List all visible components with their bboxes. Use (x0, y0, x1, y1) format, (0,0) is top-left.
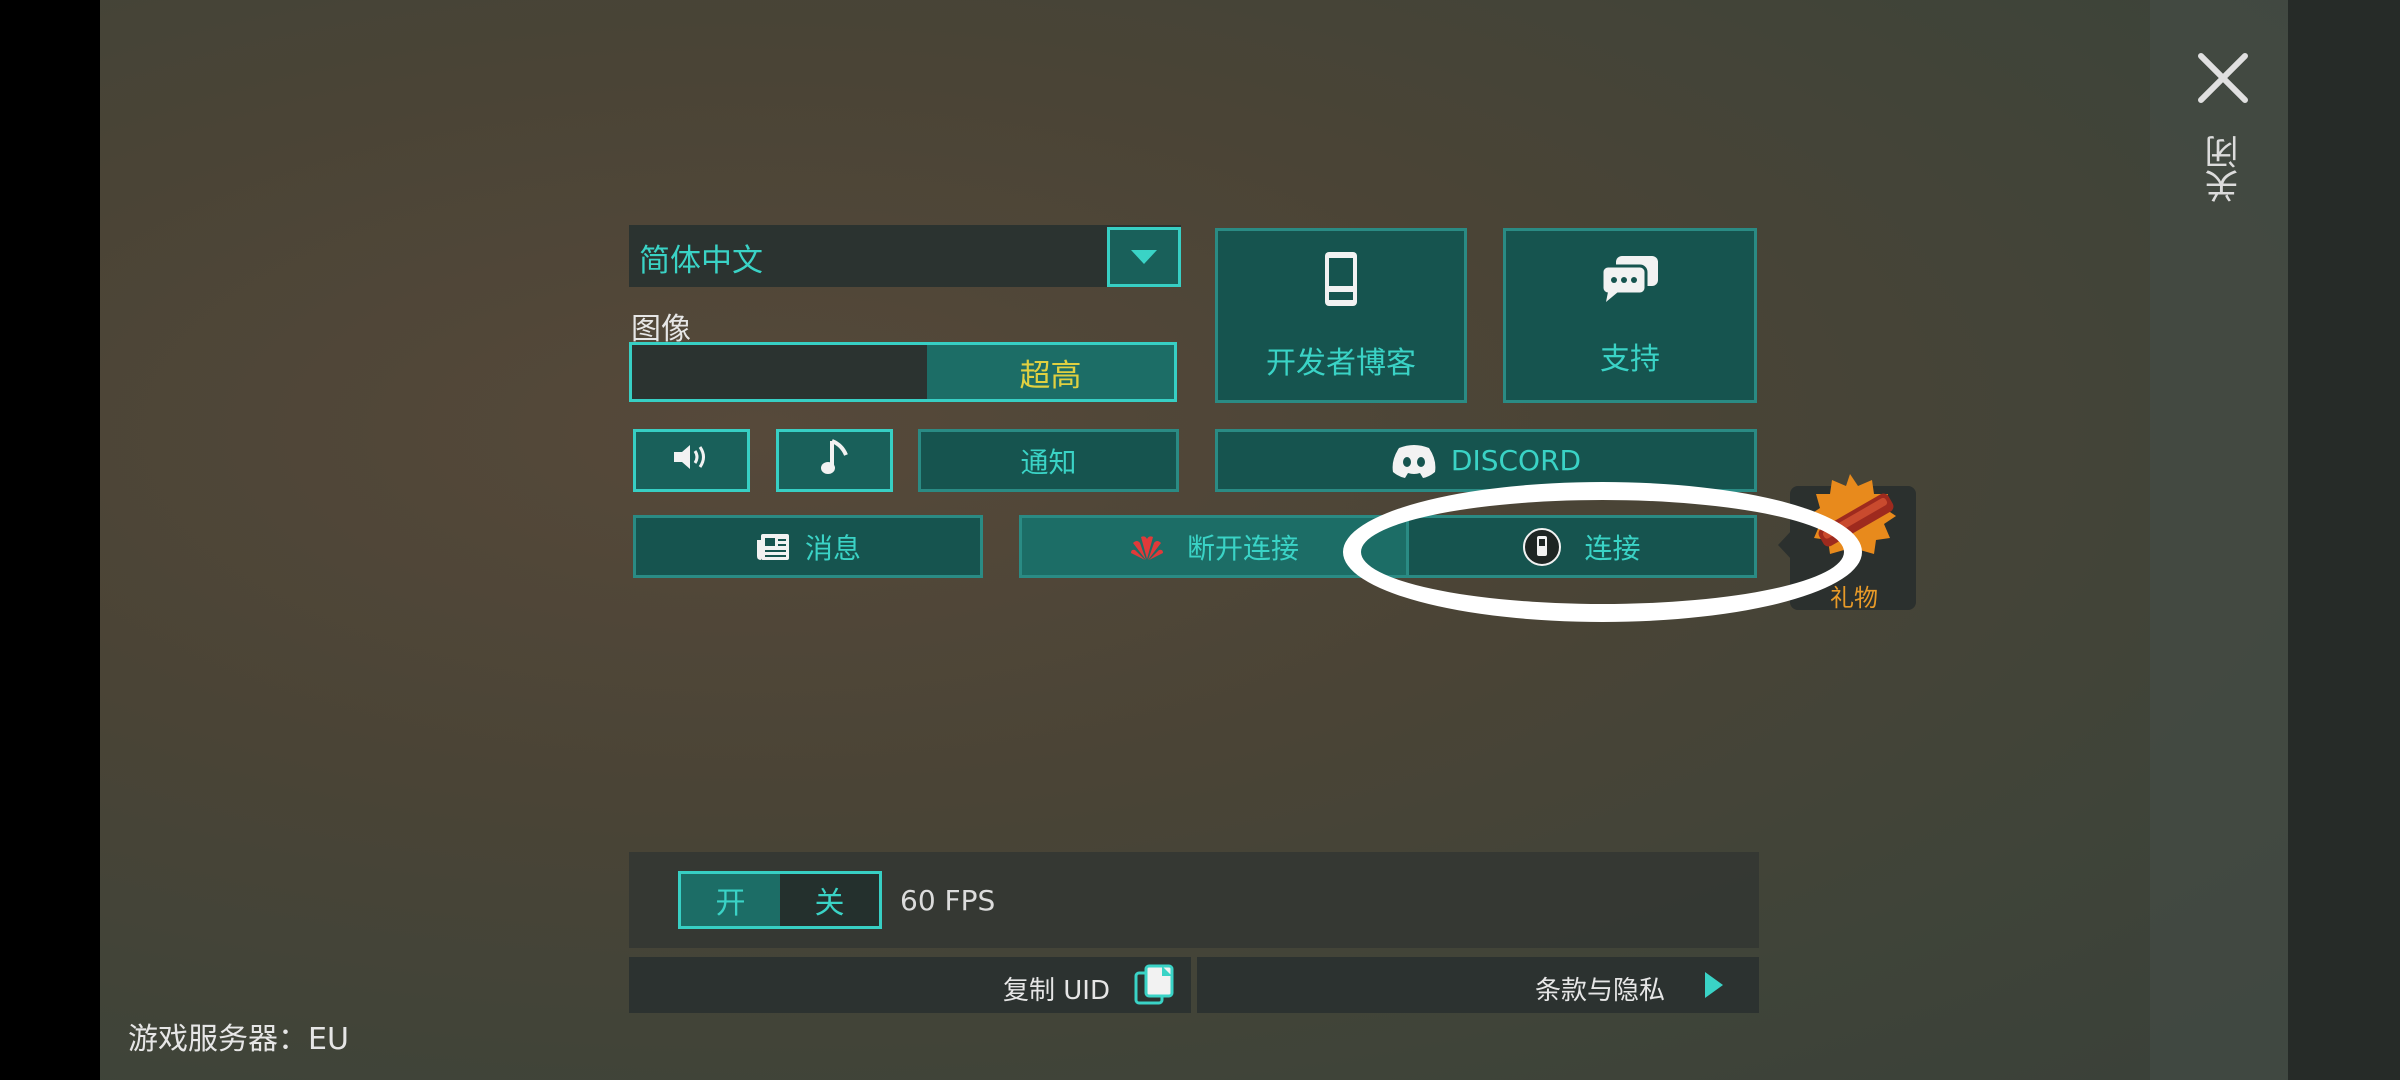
terms-label: 条款与隐私 (1535, 976, 1666, 1006)
support-label: 支持 (1600, 341, 1660, 377)
dev-blog-button[interactable]: 开发者博客 (1215, 228, 1467, 403)
close-label[interactable]: 关闭 (2200, 135, 2250, 203)
copy-icon[interactable] (1132, 963, 1176, 1011)
fps-off-option[interactable]: 关 (780, 874, 879, 926)
terms-bar[interactable] (1197, 957, 1759, 1013)
huawei-icon (1129, 533, 1165, 561)
graphics-quality-value: 超高 (927, 345, 1174, 399)
sound-toggle[interactable] (633, 429, 750, 492)
music-note-icon (820, 437, 850, 485)
fps-value: 60 FPS (900, 884, 996, 917)
dev-blog-label: 开发者博客 (1266, 345, 1416, 381)
discord-label: DISCORD (1450, 444, 1582, 477)
language-select[interactable]: 简体中文 (629, 225, 1181, 287)
notifications-button[interactable]: 通知 (918, 429, 1179, 492)
newspaper-icon (755, 532, 791, 562)
graphics-quality-slider[interactable]: 超高 (629, 342, 1177, 402)
support-button[interactable]: 支持 (1503, 228, 1757, 403)
news-button[interactable]: 消息 (633, 515, 983, 578)
close-icon[interactable] (2195, 50, 2251, 106)
dropdown-triangle-icon (1131, 250, 1157, 264)
chat-bubbles-icon (1600, 254, 1660, 312)
gift-label: 礼物 (1830, 584, 1878, 612)
phone-icon (1323, 250, 1359, 316)
server-label: 游戏服务器：EU (128, 1022, 349, 1057)
disconnect-label: 断开连接 (1186, 531, 1299, 565)
screen-edge (2288, 0, 2400, 1080)
speaker-icon (672, 442, 712, 480)
news-label: 消息 (804, 531, 861, 565)
notifications-label: 通知 (1020, 445, 1077, 479)
fps-on-option[interactable]: 开 (681, 874, 780, 926)
discord-button[interactable]: DISCORD (1215, 429, 1757, 492)
language-dropdown-button[interactable] (1107, 227, 1181, 287)
highlight-ellipse (1343, 482, 1862, 622)
discord-icon (1391, 444, 1437, 478)
fps-toggle[interactable]: 开 关 (678, 871, 882, 929)
play-arrow-icon[interactable] (1703, 970, 1725, 1004)
music-toggle[interactable] (776, 429, 893, 492)
language-value: 简体中文 (639, 243, 763, 279)
copy-uid-label: 复制 UID (1003, 976, 1110, 1006)
